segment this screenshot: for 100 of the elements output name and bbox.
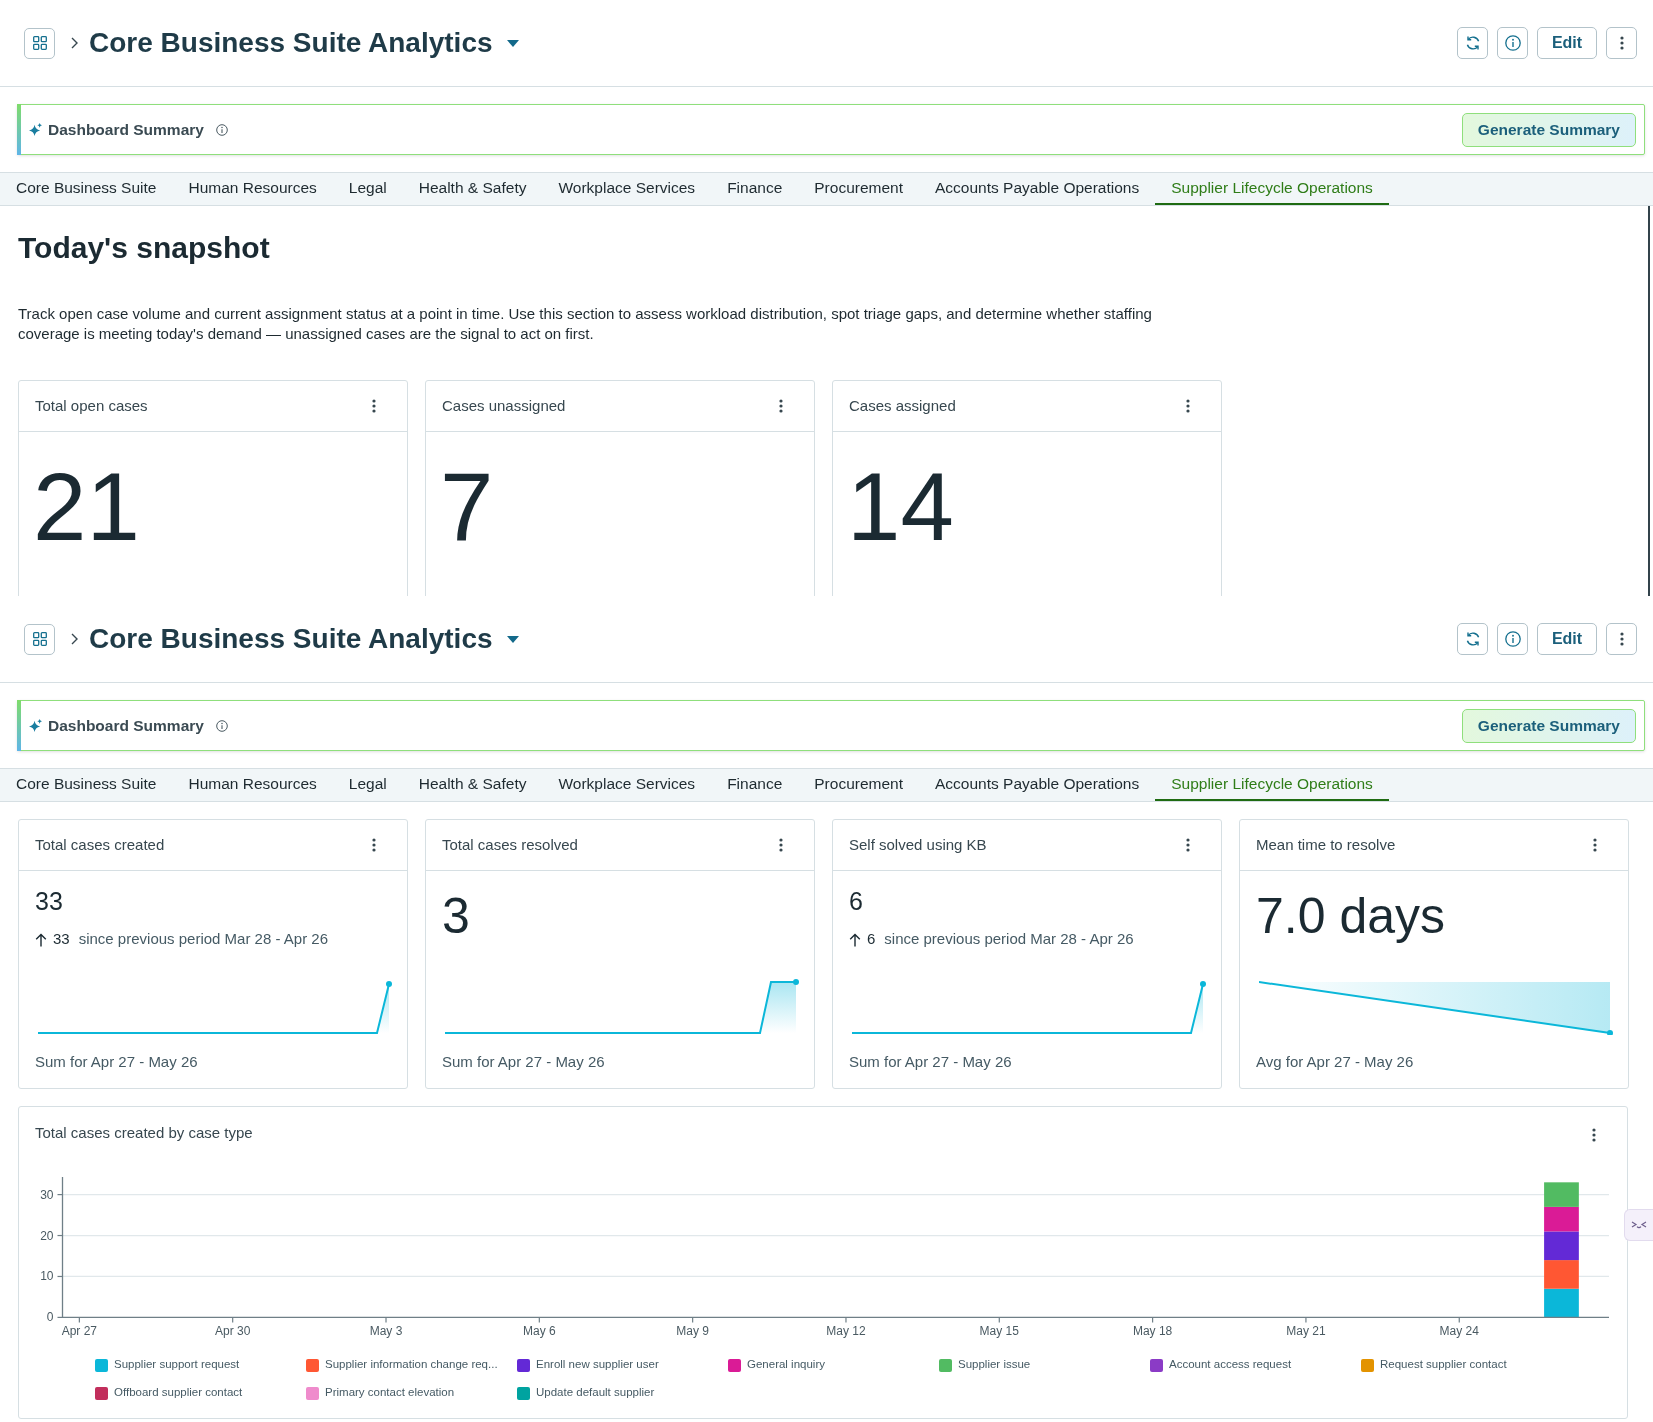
legend-label: General inquiry [747, 1357, 825, 1373]
legend-label: Supplier support request [114, 1357, 240, 1373]
card-title: Total open cases [35, 395, 148, 416]
card-footnote: Sum for Apr 27 - May 26 [442, 1052, 606, 1072]
axis-label: 20 [40, 1228, 54, 1243]
card-title: Cases unassigned [442, 395, 566, 416]
tab[interactable]: Human Resources [172, 173, 333, 205]
legend-label: Request supplier contact [1380, 1357, 1507, 1373]
dashboard-title: Core Business Suite Analytics [89, 622, 493, 656]
card-title: Total cases resolved [442, 834, 578, 855]
tab[interactable]: Health & Safety [402, 769, 543, 801]
kebab-icon [1592, 1128, 1596, 1142]
section-description: Track open case volume and current assignment status at a point in time. Use this section to assess workload distribution, spot triage gaps, and determine whether staffing coverage is meeting today's demand — unassigned cases are the signal to act on first. [18, 304, 1153, 344]
generate-summary-button[interactable]: Generate Summary [1461, 112, 1636, 147]
card-footnote: Avg for Apr 27 - May 26 [1256, 1052, 1415, 1072]
generate-summary-button[interactable]: Generate Summary [1461, 708, 1636, 743]
edit-button[interactable]: Edit [1537, 27, 1597, 59]
card-footnote: Sum for Apr 27 - May 26 [849, 1052, 1013, 1072]
tab[interactable]: Finance [711, 173, 799, 205]
tab[interactable]: Legal [332, 769, 403, 801]
chevron-right-icon [71, 37, 78, 49]
sparkle-icon [29, 123, 42, 136]
kebab-icon [779, 399, 783, 413]
kebab-icon [1619, 632, 1624, 646]
side-tab[interactable] [1624, 1209, 1653, 1241]
legend-label: Offboard supplier contact [114, 1385, 243, 1401]
edit-button[interactable]: Edit [1537, 623, 1597, 655]
axis-label: May 6 [523, 1324, 556, 1339]
squint-face-icon [1631, 1221, 1647, 1229]
refresh-icon [1464, 631, 1481, 647]
grid-icon [32, 632, 47, 646]
refresh-icon [1464, 35, 1481, 51]
tab[interactable]: Supplier Lifecycle Operations [1155, 173, 1389, 205]
grid-icon [32, 36, 47, 50]
axis-label: May 12 [826, 1324, 866, 1339]
kebab-icon [372, 838, 376, 852]
card-title: Self solved using KB [849, 834, 987, 855]
card-title: Cases assigned [849, 395, 956, 416]
tab[interactable]: Supplier Lifecycle Operations [1155, 769, 1389, 801]
refresh-button[interactable] [1457, 623, 1488, 655]
card-title: Mean time to resolve [1256, 834, 1396, 855]
arrow-up-icon [35, 932, 47, 947]
summary-title: Dashboard Summary [48, 715, 204, 736]
apps-button[interactable] [24, 623, 55, 655]
kpi-value: 33 [35, 886, 63, 916]
tab[interactable]: Procurement [798, 173, 919, 205]
kebab-icon [1593, 838, 1597, 852]
summary-title: Dashboard Summary [48, 119, 204, 140]
card-footnote: Sum for Apr 27 - May 26 [35, 1052, 199, 1072]
bar-segment [1544, 1182, 1579, 1207]
section-heading: Today's snapshot [18, 230, 271, 266]
sparkle-icon [29, 719, 42, 732]
bar-segment [1544, 1231, 1579, 1261]
refresh-button[interactable] [1457, 27, 1488, 59]
axis-label: 30 [40, 1187, 54, 1202]
tab[interactable]: Workplace Services [542, 769, 712, 801]
apps-button[interactable] [24, 27, 55, 59]
tab[interactable]: Procurement [798, 769, 919, 801]
tab[interactable]: Health & Safety [402, 173, 543, 205]
caret-down-icon [506, 635, 519, 643]
legend-label: Supplier issue [958, 1357, 1031, 1373]
dashboard-title: Core Business Suite Analytics [89, 26, 493, 60]
bar-segment [1544, 1206, 1579, 1232]
change-amount: 33 [53, 929, 70, 950]
tab[interactable]: Legal [332, 173, 403, 205]
info-button[interactable] [1497, 623, 1528, 655]
axis-label: May 24 [1439, 1324, 1479, 1339]
tab[interactable]: Core Business Suite [0, 769, 173, 801]
legend-label: Account access request [1169, 1357, 1292, 1373]
kebab-icon [1186, 838, 1190, 852]
kpi-value: 21 [33, 459, 140, 555]
caret-down-icon [506, 39, 519, 47]
tab[interactable]: Human Resources [172, 769, 333, 801]
tab[interactable]: Finance [711, 769, 799, 801]
info-icon[interactable] [215, 719, 228, 732]
tab[interactable]: Core Business Suite [0, 173, 173, 205]
axis-label: May 3 [369, 1324, 403, 1339]
card-title: Total cases created [35, 834, 165, 855]
axis-label: May 15 [979, 1324, 1019, 1339]
arrow-up-icon [849, 932, 861, 947]
info-button[interactable] [1497, 27, 1528, 59]
axis-label: May 18 [1132, 1324, 1173, 1339]
legend-label: Update default supplier [536, 1385, 655, 1401]
kpi-value: 14 [847, 459, 954, 555]
chart-title: Total cases created by case type [35, 1123, 253, 1143]
bar-segment [1544, 1288, 1579, 1318]
kpi-value: 3 [442, 890, 470, 942]
legend-label: Supplier information change req... [325, 1357, 498, 1373]
axis-label: 10 [40, 1269, 54, 1284]
axis-label: Apr 27 [61, 1324, 98, 1339]
axis-label: Apr 30 [215, 1324, 251, 1339]
info-icon [1504, 631, 1521, 647]
info-icon [1504, 35, 1521, 51]
axis-label: May 21 [1286, 1324, 1326, 1339]
info-icon[interactable] [215, 123, 228, 136]
axis-label: May 9 [676, 1324, 709, 1339]
tab[interactable]: Accounts Payable Operations [919, 769, 1156, 801]
tab[interactable]: Workplace Services [542, 173, 712, 205]
change-text: since previous period Mar 28 - Apr 26 [884, 929, 1134, 950]
tab[interactable]: Accounts Payable Operations [919, 173, 1156, 205]
